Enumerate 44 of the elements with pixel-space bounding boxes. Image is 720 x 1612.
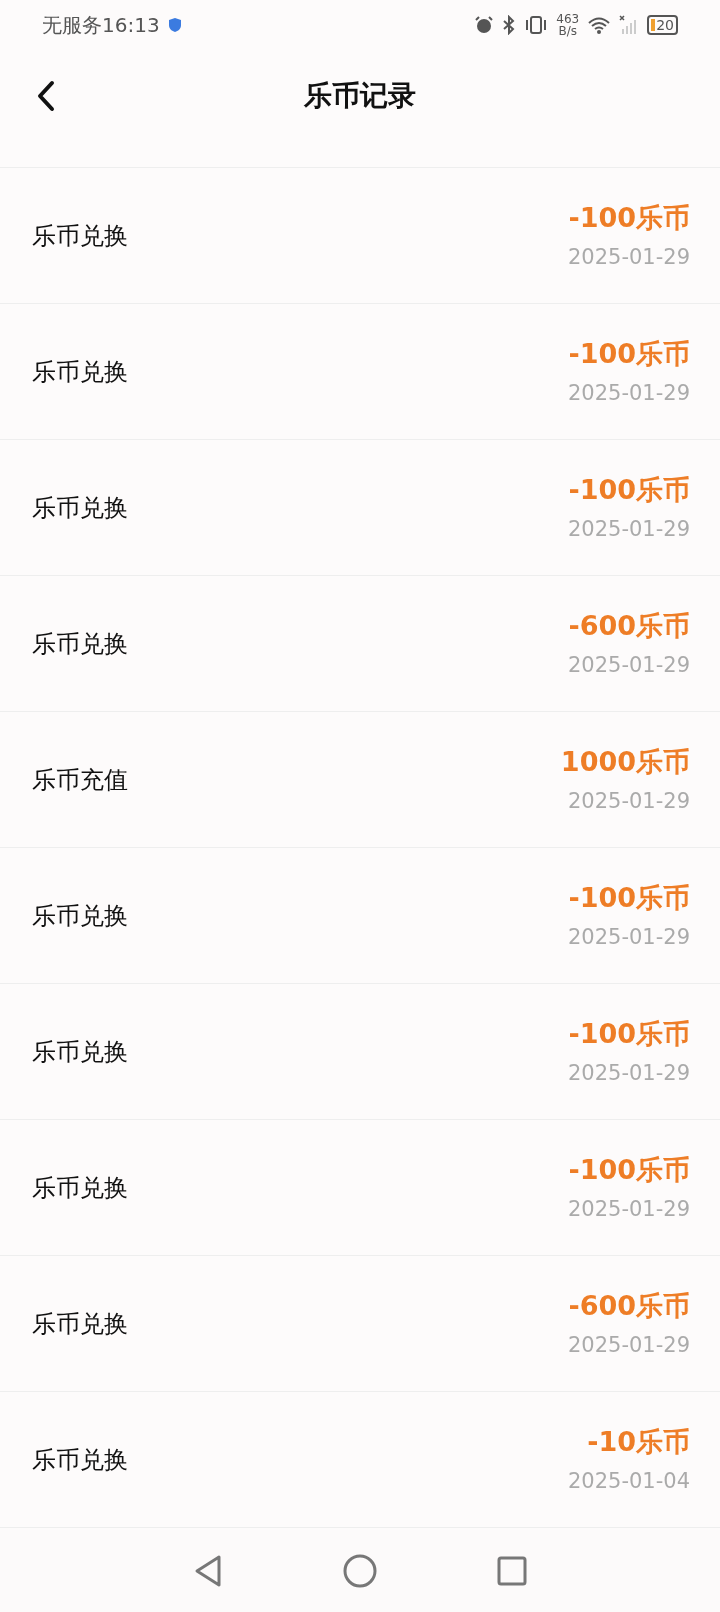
shield-icon [167, 17, 182, 33]
network-speed-text: 463 [556, 13, 580, 25]
record-type: 乐币兑换 [32, 1036, 128, 1068]
record-date: 2025-01-29 [567, 1060, 690, 1087]
record-date: 2025-01-29 [567, 516, 690, 543]
record-type: 乐币兑换 [32, 1444, 128, 1476]
coin-amount: -100乐币 [568, 336, 690, 371]
recents-nav-icon[interactable] [497, 1556, 527, 1586]
coin-amount: -600乐币 [568, 608, 690, 643]
record-type: 乐币兑换 [32, 1308, 128, 1340]
carrier-text: 无服务 [42, 12, 102, 39]
record-type: 乐币兑换 [32, 1172, 128, 1204]
coin-amount: -100乐币 [568, 880, 690, 915]
coin-amount: -100乐币 [568, 1016, 690, 1051]
record-date: 2025-01-29 [567, 1332, 690, 1359]
coin-amount: 1000乐币 [560, 744, 690, 779]
bluetooth-icon [502, 15, 517, 35]
coin-amount: -600乐币 [568, 1288, 690, 1323]
coin-amount: -100乐币 [568, 1152, 690, 1187]
wifi-icon [587, 15, 612, 35]
coin-amount: -100乐币 [568, 472, 690, 507]
record-type: 乐币兑换 [32, 356, 128, 388]
record-type: 乐币兑换 [32, 900, 128, 932]
record-type: 乐币充值 [32, 764, 128, 796]
alarm-icon [474, 15, 495, 35]
record-type: 乐币兑换 [32, 220, 128, 252]
battery-text: 20 [656, 18, 674, 32]
record-date: 2025-01-29 [567, 652, 690, 679]
clock-text: 16:13 [102, 12, 160, 39]
coin-amount: -100乐币 [568, 200, 690, 235]
record-date: 2025-01-29 [567, 380, 690, 407]
page-title: 乐币记录 [304, 78, 416, 114]
coin-amount: -10乐币 [587, 1424, 690, 1459]
record-date: 2025-01-29 [567, 244, 690, 271]
record-date: 2025-01-29 [567, 924, 690, 951]
record-date: 2025-01-04 [567, 1468, 690, 1495]
record-date: 2025-01-29 [567, 788, 690, 815]
record-type: 乐币兑换 [32, 492, 128, 524]
home-nav-icon[interactable] [343, 1554, 377, 1588]
record-date: 2025-01-29 [567, 1196, 690, 1223]
record-type: 乐币兑换 [32, 628, 128, 660]
network-speed-unit: B/s [558, 25, 577, 37]
vibrate-icon [524, 15, 549, 35]
back-nav-icon[interactable] [193, 1554, 223, 1588]
